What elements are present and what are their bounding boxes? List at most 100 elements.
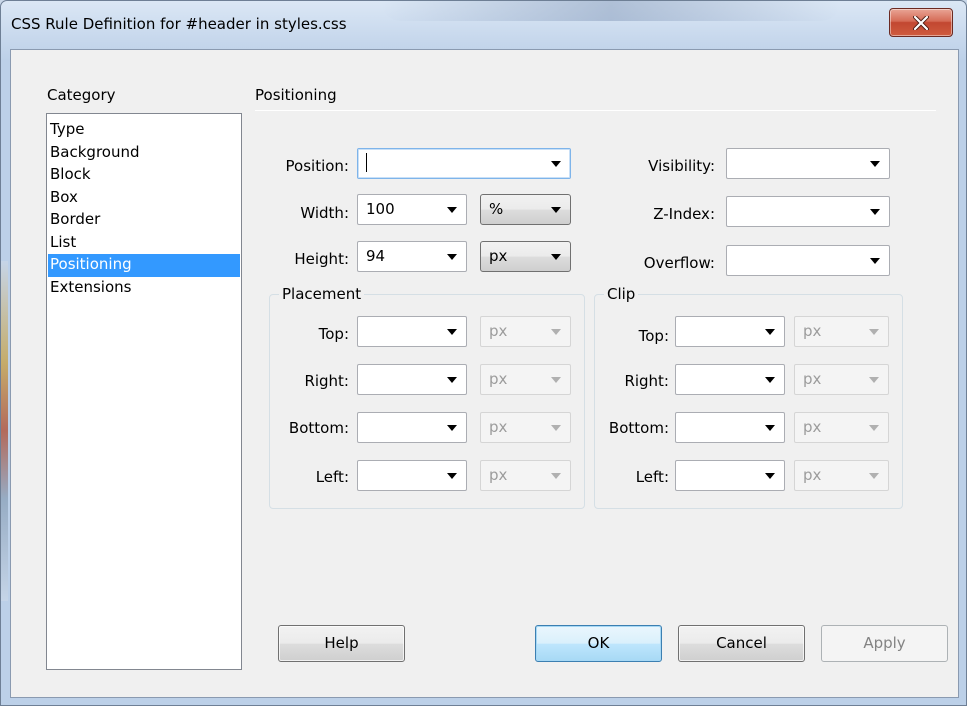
placement-left-select[interactable] [357, 460, 467, 491]
chevron-down-icon [869, 425, 879, 431]
placement-group-title: Placement [279, 285, 365, 303]
width-unit-select[interactable]: % [480, 194, 571, 225]
clip-right-unit-select[interactable]: px [794, 364, 889, 395]
placement-left-unit-value: px [489, 466, 508, 484]
clip-top-unit-value: px [803, 322, 822, 340]
clip-group-title: Clip [604, 285, 639, 303]
width-value: 100 [366, 200, 395, 218]
visibility-select[interactable] [726, 148, 890, 179]
category-item-positioning[interactable]: Positioning [48, 254, 240, 277]
placement-bottom-label: Bottom: [288, 419, 349, 437]
clip-bottom-select[interactable] [675, 412, 785, 443]
cancel-button[interactable]: Cancel [678, 625, 805, 662]
titlebar-glass [381, 1, 841, 21]
chevron-down-icon [870, 209, 880, 215]
chevron-down-icon [869, 329, 879, 335]
dialog-client: Category Type Background Block Box Borde… [10, 49, 959, 698]
chevron-down-icon [551, 254, 561, 260]
chevron-down-icon [551, 473, 561, 479]
clip-left-unit-select[interactable]: px [794, 460, 889, 491]
width-select[interactable]: 100 [357, 194, 467, 225]
overflow-label: Overflow: [643, 254, 715, 272]
background-edge [1, 261, 8, 601]
placement-bottom-select[interactable] [357, 412, 467, 443]
chevron-down-icon [870, 161, 880, 167]
placement-right-select[interactable] [357, 364, 467, 395]
placement-top-unit-select[interactable]: px [480, 316, 571, 347]
chevron-down-icon [447, 329, 457, 335]
height-unit-value: px [489, 247, 508, 265]
chevron-down-icon [869, 377, 879, 383]
chevron-down-icon [765, 377, 775, 383]
placement-top-label: Top: [318, 325, 349, 343]
placement-left-unit-select[interactable]: px [480, 460, 571, 491]
position-select[interactable] [357, 148, 571, 179]
placement-right-unit-value: px [489, 370, 508, 388]
height-label: Height: [294, 250, 349, 268]
clip-right-select[interactable] [675, 364, 785, 395]
chevron-down-icon [551, 161, 561, 167]
category-item-block[interactable]: Block [48, 164, 240, 187]
placement-top-unit-value: px [489, 322, 508, 340]
category-item-box[interactable]: Box [48, 187, 240, 210]
section-divider [255, 110, 936, 111]
chevron-down-icon [447, 254, 457, 260]
placement-bottom-unit-select[interactable]: px [480, 412, 571, 443]
chevron-down-icon [551, 377, 561, 383]
chevron-down-icon [447, 377, 457, 383]
height-value: 94 [366, 247, 386, 265]
height-select[interactable]: 94 [357, 241, 467, 272]
close-icon [913, 15, 929, 30]
chevron-down-icon [765, 473, 775, 479]
clip-top-unit-select[interactable]: px [794, 316, 889, 347]
clip-left-unit-value: px [803, 466, 822, 484]
position-label: Position: [285, 157, 349, 175]
category-item-type[interactable]: Type [48, 119, 240, 142]
apply-button[interactable]: Apply [821, 625, 948, 662]
overflow-select[interactable] [726, 245, 890, 276]
chevron-down-icon [765, 425, 775, 431]
chevron-down-icon [447, 207, 457, 213]
width-label: Width: [300, 204, 349, 222]
placement-top-select[interactable] [357, 316, 467, 347]
category-item-extensions[interactable]: Extensions [48, 277, 240, 300]
chevron-down-icon [765, 329, 775, 335]
category-item-background[interactable]: Background [48, 142, 240, 165]
close-button[interactable] [889, 8, 953, 37]
z-index-select[interactable] [726, 196, 890, 227]
placement-bottom-unit-value: px [489, 418, 508, 436]
clip-bottom-unit-value: px [803, 418, 822, 436]
category-list[interactable]: Type Background Block Box Border List Po… [46, 113, 242, 670]
chevron-down-icon [869, 473, 879, 479]
help-button[interactable]: Help [278, 625, 405, 662]
z-index-label: Z-Index: [653, 205, 715, 223]
clip-top-label: Top: [638, 327, 669, 345]
clip-top-select[interactable] [675, 316, 785, 347]
window-title: CSS Rule Definition for #header in style… [11, 15, 347, 33]
height-unit-select[interactable]: px [480, 241, 571, 272]
clip-bottom-label: Bottom: [608, 419, 669, 437]
clip-right-unit-value: px [803, 370, 822, 388]
category-item-list[interactable]: List [48, 232, 240, 255]
clip-right-label: Right: [624, 372, 669, 390]
category-item-border[interactable]: Border [48, 209, 240, 232]
chevron-down-icon [870, 258, 880, 264]
clip-bottom-unit-select[interactable]: px [794, 412, 889, 443]
ok-button[interactable]: OK [535, 625, 662, 662]
placement-right-label: Right: [304, 372, 349, 390]
clip-left-select[interactable] [675, 460, 785, 491]
chevron-down-icon [551, 207, 561, 213]
chevron-down-icon [447, 473, 457, 479]
placement-right-unit-select[interactable]: px [480, 364, 571, 395]
placement-left-label: Left: [315, 468, 349, 486]
width-unit-value: % [489, 200, 504, 218]
category-heading: Category [47, 86, 116, 104]
chevron-down-icon [551, 425, 561, 431]
chevron-down-icon [447, 425, 457, 431]
clip-left-label: Left: [635, 468, 669, 486]
dialog-window: CSS Rule Definition for #header in style… [0, 0, 967, 706]
chevron-down-icon [551, 329, 561, 335]
text-cursor [366, 152, 367, 172]
visibility-label: Visibility: [648, 157, 715, 175]
section-heading: Positioning [255, 86, 337, 104]
